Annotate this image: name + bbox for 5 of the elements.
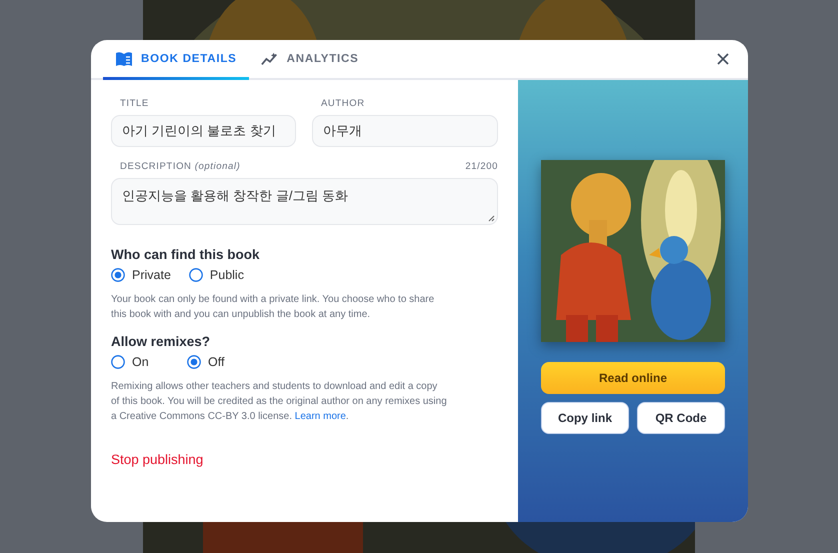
close-icon[interactable] xyxy=(716,52,730,66)
book-icon xyxy=(115,50,133,66)
radio-button[interactable] xyxy=(111,268,125,282)
field-label: TITLE xyxy=(120,98,149,109)
radio-button[interactable] xyxy=(111,355,125,369)
